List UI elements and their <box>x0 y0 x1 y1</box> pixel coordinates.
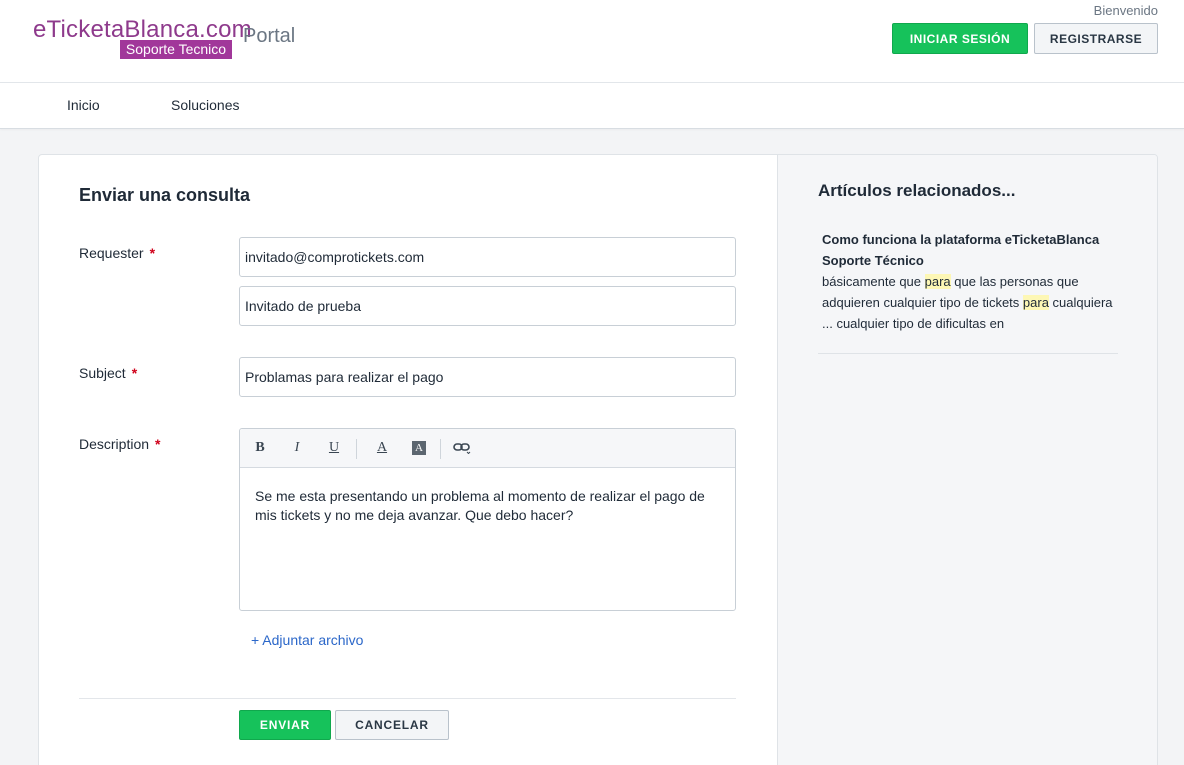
requester-label: Requester * <box>79 245 156 261</box>
login-button[interactable]: INICIAR SESIÓN <box>892 23 1028 54</box>
header: eTicketaBlanca.com Soporte Tecnico Porta… <box>0 0 1184 83</box>
subject-label: Subject * <box>79 365 138 381</box>
underline-icon[interactable]: U <box>324 440 344 458</box>
required-mark: * <box>149 245 156 261</box>
bold-icon[interactable]: B <box>250 440 270 458</box>
nav-item-soluciones[interactable]: Soluciones <box>171 97 240 113</box>
search-highlight: para <box>924 274 951 289</box>
logo[interactable]: eTicketaBlanca.com <box>33 18 252 42</box>
nav-item-inicio[interactable]: Inicio <box>67 97 100 113</box>
required-mark: * <box>131 365 138 381</box>
ticket-card: Enviar una consulta Requester* Subject* … <box>38 154 1158 765</box>
requester-name-input[interactable] <box>239 286 736 326</box>
description-editor[interactable]: B I U A A Se me esta presentando un prob… <box>239 428 736 611</box>
font-color-icon[interactable]: A <box>372 440 392 458</box>
form-divider <box>79 698 736 699</box>
cancel-button[interactable]: CANCELAR <box>335 710 449 740</box>
related-articles-panel: Artículos relacionados... Como funciona … <box>777 155 1157 765</box>
toolbar-divider <box>356 439 357 459</box>
register-button[interactable]: REGISTRARSE <box>1034 23 1158 54</box>
requester-email-input[interactable] <box>239 237 736 277</box>
form-title: Enviar una consulta <box>79 185 251 205</box>
link-icon[interactable] <box>452 440 472 458</box>
attach-file-link[interactable]: + Adjuntar archivo <box>251 632 363 648</box>
main-nav: Inicio Soluciones <box>0 83 1184 129</box>
portal-label: Portal <box>243 25 296 47</box>
required-mark: * <box>155 436 161 452</box>
description-label: Description * <box>79 436 161 452</box>
search-highlight: para <box>1022 295 1049 310</box>
link-icon-graphic <box>453 443 471 455</box>
submit-button[interactable]: ENVIAR <box>239 710 331 740</box>
related-articles-title: Artículos relacionados... <box>818 181 1016 200</box>
logo-badge: Soporte Tecnico <box>120 40 232 59</box>
welcome-text: Bienvenido <box>1093 3 1158 18</box>
article-title-link[interactable]: Como funciona la plataforma eTicketaBlan… <box>822 229 1122 271</box>
background-color-icon[interactable]: A <box>412 441 426 455</box>
article-snippet: básicamente que para que las personas qu… <box>822 274 1113 331</box>
italic-icon[interactable]: I <box>287 440 307 458</box>
subject-input[interactable] <box>239 357 736 397</box>
toolbar-divider <box>440 439 441 459</box>
description-text[interactable]: Se me esta presentando un problema al mo… <box>255 487 720 525</box>
editor-toolbar: B I U A A <box>240 429 735 468</box>
article-divider <box>818 353 1118 354</box>
